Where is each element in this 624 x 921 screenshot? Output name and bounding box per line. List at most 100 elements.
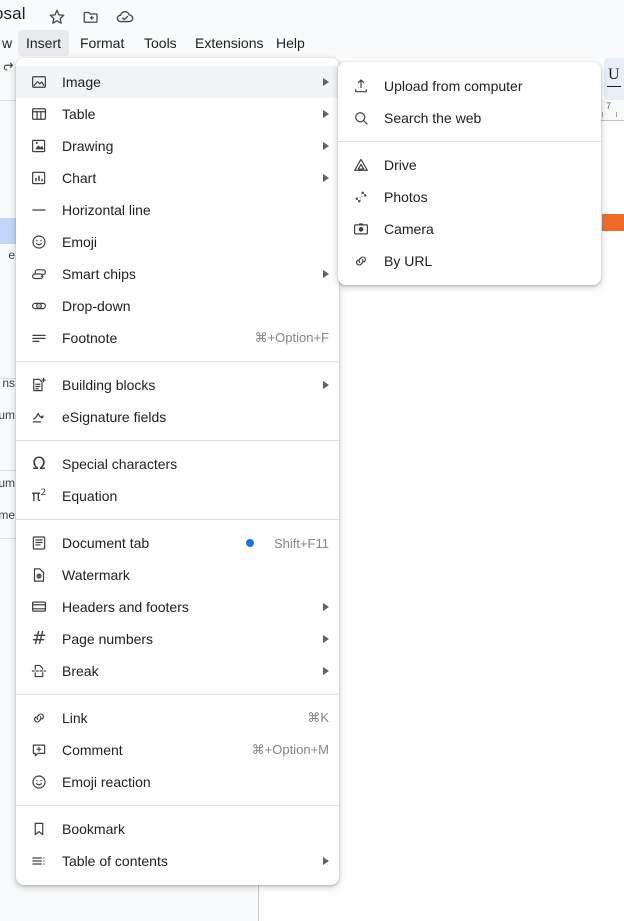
insert-document-tab[interactable]: Document tab Shift+F11: [16, 527, 339, 559]
insert-headers-and-footers[interactable]: Headers and footers: [16, 591, 339, 623]
menu-format[interactable]: Format: [72, 30, 132, 56]
insert-chart[interactable]: Chart: [16, 162, 339, 194]
image-photos-label: Photos: [384, 189, 428, 205]
insert-special-characters[interactable]: Ω Special characters: [16, 448, 339, 480]
insert-page-numbers-label: Page numbers: [62, 631, 154, 647]
headers-footers-icon: [28, 596, 50, 618]
link-icon: [28, 707, 50, 729]
image-search-the-web-label: Search the web: [384, 110, 482, 126]
insert-bookmark-label: Bookmark: [62, 821, 126, 837]
image-icon: [28, 71, 50, 93]
camera-icon: [350, 218, 372, 240]
insert-horizontal-line[interactable]: Horizontal line: [16, 194, 339, 226]
document-title[interactable]: osal: [0, 4, 26, 24]
drawing-icon: [28, 135, 50, 157]
insert-comment[interactable]: Comment ⌘+Option+M: [16, 734, 339, 766]
chevron-right-icon: [323, 857, 329, 865]
insert-menu-popup: Image Table Drawing Chart Horizontal line Emo…: [16, 58, 339, 885]
insert-emoji-reaction[interactable]: Emoji reaction: [16, 766, 339, 798]
insert-break[interactable]: Break: [16, 655, 339, 687]
insert-table-of-contents-label: Table of contents: [62, 853, 168, 869]
chevron-right-icon: [323, 142, 329, 150]
emoji-reaction-icon: [28, 771, 50, 793]
insert-comment-shortcut: ⌘+Option+M: [251, 742, 329, 757]
outline-fragment: um: [0, 408, 15, 422]
image-upload-from-computer-label: Upload from computer: [384, 78, 523, 94]
chevron-right-icon: [323, 110, 329, 118]
insert-equation-label: Equation: [62, 488, 118, 504]
menu-bar: w Insert Format Tools Extensions Help: [0, 30, 624, 56]
insert-break-label: Break: [62, 663, 99, 679]
insert-chart-label: Chart: [62, 170, 97, 186]
insert-building-blocks[interactable]: Building blocks: [16, 369, 339, 401]
watermark-icon: [28, 564, 50, 586]
menu-separator: [338, 141, 601, 142]
image-by-url[interactable]: By URL: [338, 245, 601, 277]
outline-fragment: um: [0, 476, 15, 490]
insert-image[interactable]: Image: [16, 66, 339, 98]
insert-document-tab-shortcut: Shift+F11: [273, 535, 329, 551]
insert-image-label: Image: [62, 74, 101, 90]
image-drive-label: Drive: [384, 157, 417, 173]
chevron-right-icon: [323, 603, 329, 611]
insert-esignature-fields[interactable]: eSignature fields: [16, 401, 339, 433]
insert-bookmark[interactable]: Bookmark: [16, 813, 339, 845]
new-feature-dot: [245, 539, 254, 547]
page-margin-area: [16, 880, 258, 921]
menu-tools-label: Tools: [144, 35, 177, 51]
insert-building-blocks-label: Building blocks: [62, 377, 156, 393]
image-search-the-web[interactable]: Search the web: [338, 102, 601, 134]
photos-icon: [350, 186, 372, 208]
insert-table[interactable]: Table: [16, 98, 339, 130]
chevron-right-icon: [323, 635, 329, 643]
insert-footnote-shortcut: ⌘+Option+F: [254, 330, 329, 345]
insert-table-label: Table: [62, 106, 96, 122]
menu-help[interactable]: Help: [268, 30, 313, 56]
insert-horizontal-line-label: Horizontal line: [62, 202, 151, 218]
image-upload-from-computer[interactable]: Upload from computer: [338, 70, 601, 102]
outline-fragment: ns: [2, 376, 15, 390]
smart-chips-icon: [28, 263, 50, 285]
insert-emoji-label: Emoji: [62, 234, 98, 250]
image-photos[interactable]: Photos: [338, 181, 601, 213]
menu-extensions-label: Extensions: [195, 35, 264, 51]
underline-rule: [607, 86, 621, 87]
insert-smart-chips[interactable]: Smart chips: [16, 258, 339, 290]
insert-dropdown[interactable]: Drop-down: [16, 290, 339, 322]
underline-button[interactable]: U: [604, 58, 624, 100]
menu-format-label: Format: [80, 35, 125, 51]
bookmark-icon: [28, 818, 50, 840]
outline-selected-item[interactable]: [0, 218, 16, 244]
star-icon[interactable]: [46, 6, 68, 28]
page-edge-line: [258, 880, 259, 921]
document-tab-icon: [28, 532, 50, 554]
image-camera[interactable]: Camera: [338, 213, 601, 245]
chevron-right-icon: [323, 78, 329, 86]
insert-watermark[interactable]: Watermark: [16, 559, 339, 591]
menu-insert[interactable]: Insert: [18, 30, 70, 56]
menu-extensions[interactable]: Extensions: [187, 30, 271, 56]
chart-icon: [28, 167, 50, 189]
dropdown-icon: [28, 295, 50, 317]
insert-drawing[interactable]: Drawing: [16, 130, 339, 162]
image-drive[interactable]: Drive: [338, 149, 601, 181]
move-to-folder-icon[interactable]: [80, 6, 102, 28]
insert-equation[interactable]: π2 Equation: [16, 480, 339, 512]
insert-document-tab-label: Document tab: [62, 535, 150, 551]
document-outline-sidebar[interactable]: e ns um um me: [0, 58, 16, 921]
insert-link[interactable]: Link ⌘K: [16, 702, 339, 734]
menu-separator: [16, 805, 339, 806]
google-docs-window: e ns um um me osal w Insert Format Tools…: [0, 0, 624, 921]
insert-table-of-contents[interactable]: Table of contents: [16, 845, 339, 877]
menu-separator: [16, 440, 339, 441]
insert-emoji[interactable]: Emoji: [16, 226, 339, 258]
cloud-saved-icon[interactable]: [114, 6, 136, 28]
insert-footnote[interactable]: Footnote ⌘+Option+F: [16, 322, 339, 354]
outline-fragment: e: [8, 248, 15, 262]
insert-headers-and-footers-label: Headers and footers: [62, 599, 189, 615]
menu-tools[interactable]: Tools: [136, 30, 185, 56]
horizontal-line-icon: [28, 199, 50, 221]
insert-page-numbers[interactable]: # Page numbers: [16, 623, 339, 655]
redo-icon[interactable]: [2, 60, 16, 79]
menu-insert-label: Insert: [26, 35, 62, 51]
